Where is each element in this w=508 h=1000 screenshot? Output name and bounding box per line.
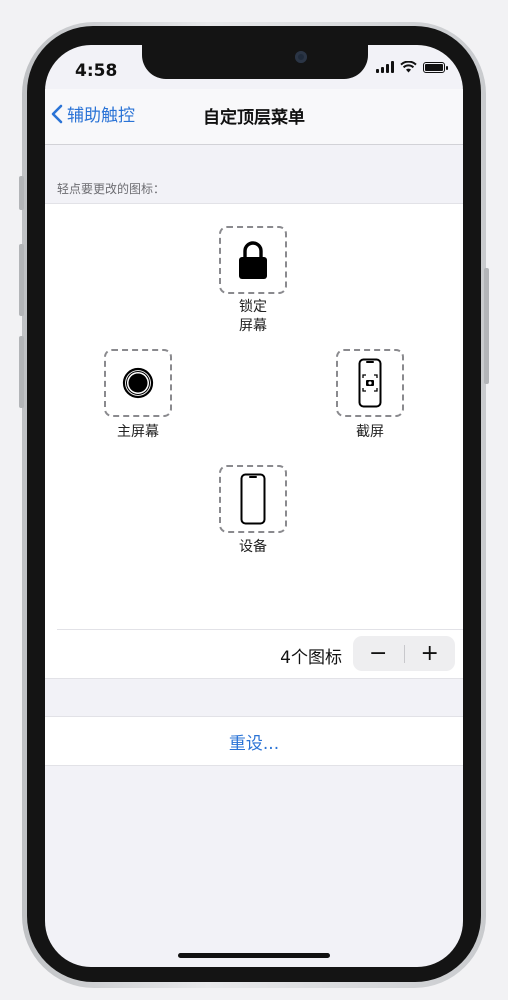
status-icons: [376, 61, 448, 73]
mute-switch: [19, 176, 24, 210]
icon-label-line2: 屏幕: [239, 318, 267, 334]
increment-button[interactable]: +: [405, 636, 456, 671]
volume-down-button: [19, 336, 24, 408]
front-camera: [295, 51, 307, 63]
lock-icon: [239, 241, 267, 279]
reset-button[interactable]: 重设...: [229, 729, 279, 754]
icon-layout-panel: 锁定 屏幕 主屏幕 截屏 设备 4个图标 − +: [45, 203, 463, 679]
icon-slot-screenshot[interactable]: [336, 349, 404, 417]
icon-label-screenshot: 截屏: [356, 424, 384, 440]
icon-count-stepper[interactable]: − +: [353, 636, 455, 671]
divider: [57, 629, 463, 630]
section-header: 轻点要更改的图标：: [57, 182, 166, 196]
icon-label-line1: 锁定: [239, 299, 267, 315]
power-button: [484, 268, 489, 384]
reset-row[interactable]: 重设...: [45, 716, 463, 766]
screen: 4:58 辅助触控 自定顶层菜单 轻点要更改的图标： 锁定 屏幕 主屏幕 截屏 …: [45, 45, 463, 967]
icon-label-lock-screen: 锁定 屏幕: [203, 298, 303, 336]
battery-icon: [423, 61, 448, 73]
home-indicator[interactable]: [178, 953, 330, 958]
icon-slot-lock-screen[interactable]: [219, 226, 287, 294]
icon-label-home: 主屏幕: [117, 424, 159, 440]
wifi-icon: [400, 61, 417, 73]
status-time: 4:58: [75, 61, 118, 81]
home-button-icon: [122, 367, 154, 399]
icon-count-label: 4个图标: [280, 648, 342, 668]
icon-slot-device[interactable]: [219, 465, 287, 533]
icon-slot-home[interactable]: [104, 349, 172, 417]
screenshot-icon: [358, 358, 382, 408]
icon-label-device: 设备: [239, 539, 267, 555]
navigation-bar: 辅助触控 自定顶层菜单: [45, 89, 463, 145]
decrement-button[interactable]: −: [353, 636, 404, 671]
cellular-signal-icon: [376, 61, 394, 73]
page-title: 自定顶层菜单: [203, 108, 305, 128]
volume-up-button: [19, 244, 24, 316]
iphone-device-icon: [240, 473, 266, 525]
notch: [142, 45, 368, 79]
